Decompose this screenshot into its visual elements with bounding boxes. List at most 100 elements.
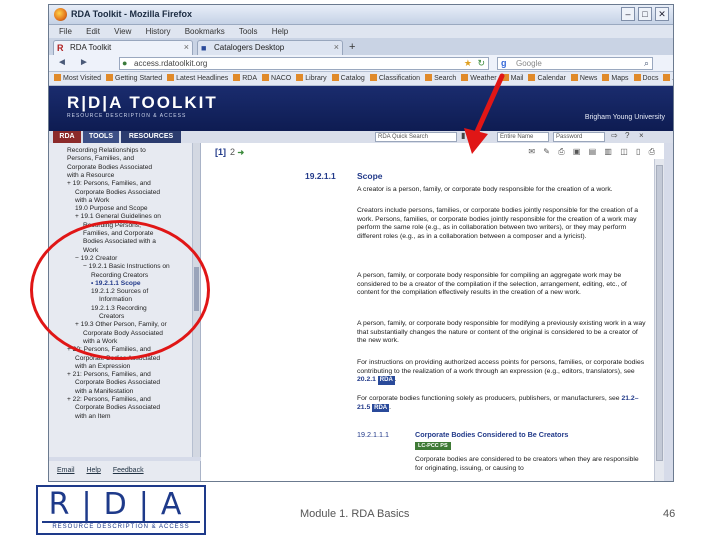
page-next[interactable]: 2 [230, 147, 235, 157]
toc-item[interactable]: Corporate Bodies Associated [67, 164, 152, 172]
rda-chip-icon[interactable]: RDA [372, 403, 390, 413]
bookmark-icon [602, 74, 610, 81]
menu-view[interactable]: View [114, 27, 131, 36]
toc-item[interactable]: Corporate Bodies Associated [75, 404, 160, 412]
page-current[interactable]: [1] [215, 147, 226, 157]
search-icon[interactable]: ⌕ [644, 58, 649, 69]
bookmark-item[interactable]: Library [296, 72, 327, 85]
tab-tools[interactable]: TOOLS [83, 131, 119, 143]
toc-item[interactable]: with an Item [75, 413, 111, 421]
bookmark-item[interactable]: Getting Started [106, 72, 162, 85]
see-link-20-2-1[interactable]: 20.2.1 [357, 376, 376, 383]
lc-pcc-ps-badge[interactable]: LC-PCC PS [415, 442, 451, 450]
toc-item[interactable]: Corporate Bodies Associated [75, 189, 160, 197]
help-icon[interactable]: ? [625, 131, 629, 140]
bookmark-icon [633, 74, 641, 81]
menu-edit[interactable]: Edit [86, 27, 100, 36]
forward-button[interactable]: ► [79, 57, 89, 68]
sub-instruction-number: 19.2.1.1.1 [357, 430, 389, 439]
bookmark-label: Most Visited [63, 75, 101, 82]
bookmark-item[interactable]: Maps [602, 72, 629, 85]
bookmark-icon [331, 74, 339, 81]
email-link[interactable]: Email [57, 467, 75, 474]
bookmark-item[interactable]: Archive [663, 72, 673, 85]
menu-file[interactable]: File [59, 27, 72, 36]
logo-rule [42, 521, 200, 523]
scope-paragraph-3: A person, family, or corporate body resp… [357, 272, 627, 297]
menu-tools[interactable]: Tools [239, 27, 258, 36]
toc-item[interactable]: 19.0 Purpose and Scope [75, 205, 148, 213]
password-input[interactable]: Password [553, 132, 605, 142]
bookmark-item[interactable]: News [570, 72, 597, 85]
menu-help[interactable]: Help [272, 27, 288, 36]
bookmark-item[interactable]: Catalog [331, 72, 365, 85]
tab-close-icon[interactable]: × [334, 42, 339, 52]
tab-close-icon[interactable]: × [184, 42, 189, 52]
rda-toolkit-header: R|D|A TOOLKIT RESOURCE DESCRIPTION & ACC… [49, 86, 673, 131]
bookmark-item[interactable]: Docs [633, 72, 658, 85]
institution-name: Brigham Young University [584, 114, 665, 121]
scope-paragraph-1: A creator is a person, family, or corpor… [357, 186, 613, 193]
toc-item[interactable]: with a Resource [67, 172, 114, 180]
login-icon[interactable]: ⇨ [611, 131, 618, 140]
close-button[interactable]: ✕ [655, 7, 669, 21]
toc-item[interactable]: + 19: Persons, Families, and [67, 180, 151, 188]
content-toolbar-icons[interactable]: ✉ ✎ ⎙ ▣ ▤ ▥ ◫ ▯ ⎙ [528, 147, 658, 157]
maximize-button[interactable]: □ [638, 7, 652, 21]
bookmark-label: Library [305, 75, 327, 82]
scope-paragraph-4: A person, family, or corporate body resp… [357, 320, 646, 345]
close-panel-icon[interactable]: × [639, 131, 644, 140]
bookmark-item[interactable]: Latest Headlines [167, 72, 229, 85]
sub-instruction-title[interactable]: Corporate Bodies Considered to Be Creato… [415, 430, 568, 439]
menu-history[interactable]: History [146, 27, 171, 36]
bookmark-item[interactable]: NACO [262, 72, 291, 85]
bookmark-item[interactable]: Classification [369, 72, 421, 85]
toc-item[interactable]: + 22: Persons, Families, and [67, 396, 151, 404]
sub-paragraph: Corporate bodies are considered to be cr… [415, 456, 639, 472]
content-scrollbar[interactable] [654, 159, 664, 481]
rda-logo: R|D|A RESOURCE DESCRIPTION & ACCESS [36, 485, 206, 535]
tab-rda[interactable]: RDA [53, 131, 81, 143]
rda-chip-icon[interactable]: RDA [377, 376, 395, 385]
toc-item[interactable]: with a Manifestation [75, 388, 133, 396]
bookmark-label: Latest Headlines [176, 75, 229, 82]
toc-item[interactable]: Corporate Bodies Associated [75, 379, 160, 387]
bookmark-item[interactable]: Most Visited [54, 72, 101, 85]
site-identity-icon[interactable]: ● [122, 58, 127, 68]
menu-bookmarks[interactable]: Bookmarks [185, 27, 225, 36]
bookmark-item[interactable]: RDA [233, 72, 257, 85]
next-page-icon[interactable]: ➜ [238, 148, 245, 157]
bookmark-star-icon[interactable]: ★ [464, 58, 472, 69]
bookmark-label: Classification [378, 75, 421, 82]
bookmark-icon [425, 74, 433, 81]
search-bar[interactable]: g Google ⌕ [497, 57, 653, 70]
scope-paragraph-6: For corporate bodies functioning solely … [357, 395, 639, 413]
help-link[interactable]: Help [86, 467, 100, 474]
back-button[interactable]: ◄ [57, 57, 67, 68]
bookmark-item[interactable]: Calendar [528, 72, 566, 85]
address-bar[interactable]: ● access.rdatoolkit.org ★ ↻ [119, 57, 489, 70]
bookmark-label: Calendar [537, 75, 566, 82]
tab-catalogers-desktop[interactable]: ■ Catalogers Desktop × [197, 40, 343, 55]
reload-icon[interactable]: ↻ [477, 58, 485, 69]
pager: [1] 2 ➜ [215, 147, 244, 157]
bookmark-icon [528, 74, 536, 81]
toc-item[interactable]: + 21: Persons, Families, and [67, 371, 151, 379]
rda-logo-tagline: RESOURCE DESCRIPTION & ACCESS [52, 524, 190, 530]
scope-paragraph-2: Creators include persons, families, or c… [357, 207, 639, 240]
toc-item[interactable]: with a Work [75, 197, 109, 205]
toc-item[interactable]: with an Expression [75, 363, 130, 371]
rda-toolkit-logo[interactable]: R|D|A TOOLKIT [67, 93, 218, 113]
minimize-button[interactable]: – [621, 7, 635, 21]
tab-rda-toolkit[interactable]: R RDA Toolkit × [53, 40, 193, 55]
feedback-link[interactable]: Feedback [113, 467, 144, 474]
tab-resources[interactable]: RESOURCES [121, 131, 181, 143]
content-scroll-thumb[interactable] [656, 165, 663, 461]
red-arrow-icon [464, 73, 505, 154]
bookmark-icon [54, 74, 61, 81]
tab-strip: R RDA Toolkit × ■ Catalogers Desktop × + [49, 38, 673, 55]
new-tab-button[interactable]: + [349, 41, 355, 53]
toc-item[interactable]: Persons, Families, and [67, 155, 134, 163]
toc-item[interactable]: Recording Relationships to [67, 147, 146, 155]
menu-bar: File Edit View History Bookmarks Tools H… [49, 25, 673, 38]
